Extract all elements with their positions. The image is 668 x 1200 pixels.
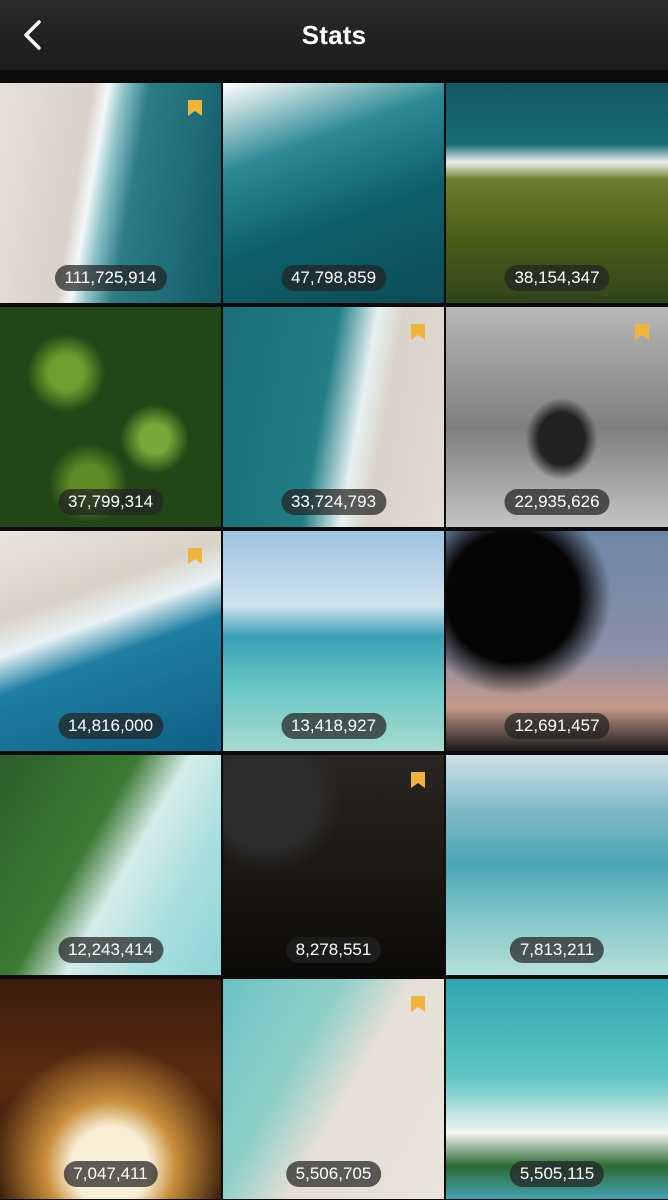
bookmark-icon: [187, 99, 203, 117]
bookmark-icon: [634, 323, 650, 341]
bookmark-icon: [187, 547, 203, 565]
view-count: 38,154,347: [504, 265, 610, 291]
view-count: 12,243,414: [57, 937, 164, 963]
photo-tile[interactable]: 7,813,211: [446, 755, 668, 975]
view-count: 13,418,927: [280, 713, 387, 739]
view-count: 37,799,314: [57, 489, 164, 515]
navigation-bar: Stats: [0, 0, 668, 71]
photo-tile[interactable]: 13,418,927: [223, 531, 444, 751]
photo-tile[interactable]: 12,691,457: [446, 531, 668, 751]
bookmark-icon: [410, 323, 426, 341]
bookmark-icon: [410, 771, 426, 789]
view-count: 111,725,914: [54, 265, 167, 291]
photo-tile[interactable]: 7,047,411: [0, 979, 221, 1199]
view-count: 8,278,551: [285, 937, 382, 963]
photo-tile[interactable]: 111,725,914: [0, 83, 221, 303]
view-count: 5,505,115: [509, 1161, 605, 1187]
view-count: 12,691,457: [504, 713, 610, 739]
photo-tile[interactable]: 12,243,414: [0, 755, 221, 975]
view-count: 14,816,000: [57, 713, 164, 739]
view-count: 33,724,793: [280, 489, 387, 515]
bookmark-icon: [410, 995, 426, 1013]
photo-tile[interactable]: 38,154,347: [446, 83, 668, 303]
view-count: 7,047,411: [63, 1161, 158, 1187]
photo-grid: 111,725,914 47,798,859 38,154,347 37,799…: [0, 83, 668, 1199]
photo-tile[interactable]: 22,935,626: [446, 307, 668, 527]
view-count: 22,935,626: [504, 489, 610, 515]
view-count: 5,506,705: [285, 1161, 382, 1187]
photo-tile[interactable]: 8,278,551: [223, 755, 444, 975]
photo-tile[interactable]: 14,816,000: [0, 531, 221, 751]
photo-tile[interactable]: 5,505,115: [446, 979, 668, 1199]
photo-tile[interactable]: 5,506,705: [223, 979, 444, 1199]
view-count: 7,813,211: [509, 937, 605, 963]
view-count: 47,798,859: [280, 265, 387, 291]
page-title: Stats: [301, 20, 367, 50]
photo-tile[interactable]: 37,799,314: [0, 307, 221, 527]
photo-tile[interactable]: 47,798,859: [223, 83, 444, 303]
photo-tile[interactable]: 33,724,793: [223, 307, 444, 527]
